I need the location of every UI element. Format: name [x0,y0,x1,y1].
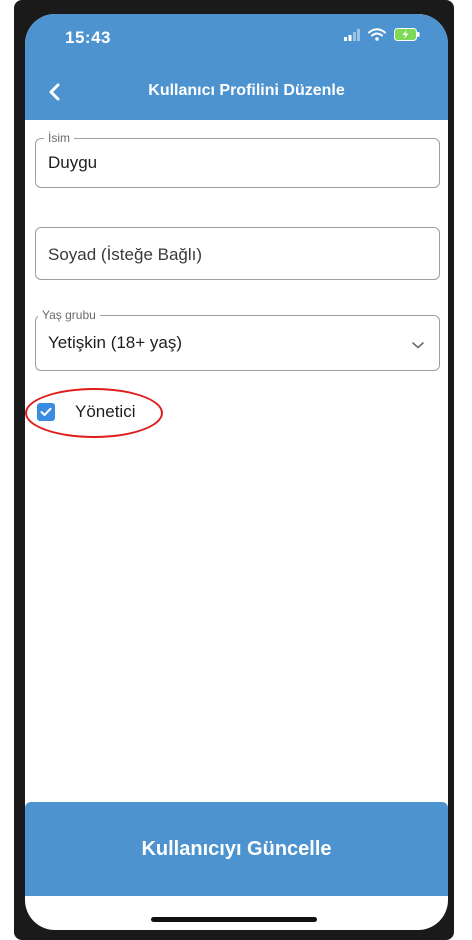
update-user-button[interactable]: Kullanıcıyı Güncelle [25,802,448,896]
age-group-value: Yetişkin (18+ yaş) [48,333,183,352]
signal-icon [344,28,360,41]
status-time: 15:43 [65,28,111,47]
admin-checkbox[interactable] [37,403,55,421]
checkmark-icon [40,407,52,416]
first-name-label: İsim [44,131,74,145]
battery-icon [394,28,420,41]
age-group-label: Yaş grubu [38,308,100,322]
chevron-down-icon [412,342,424,349]
first-name-value: Duygu [48,153,98,172]
last-name-placeholder: Soyad (İsteğe Bağlı) [48,245,203,264]
status-icons [344,28,420,41]
phone-screen: 15:43 Kullanıcı Profilini Düzenle İsim D… [25,14,448,930]
status-bar: 15:43 [25,14,448,66]
last-name-field[interactable]: Soyad (İsteğe Bağlı) [35,227,440,280]
admin-label: Yönetici [75,402,136,421]
page-title: Kullanıcı Profilini Düzenle [148,82,345,99]
wifi-icon [368,28,386,41]
age-group-select[interactable]: Yaş grubu Yetişkin (18+ yaş) [35,308,440,371]
app-header: Kullanıcı Profilini Düzenle [25,66,448,120]
first-name-field[interactable]: İsim Duygu [35,131,440,188]
home-indicator [151,917,317,922]
admin-checkbox-row[interactable]: Yönetici [37,399,135,425]
